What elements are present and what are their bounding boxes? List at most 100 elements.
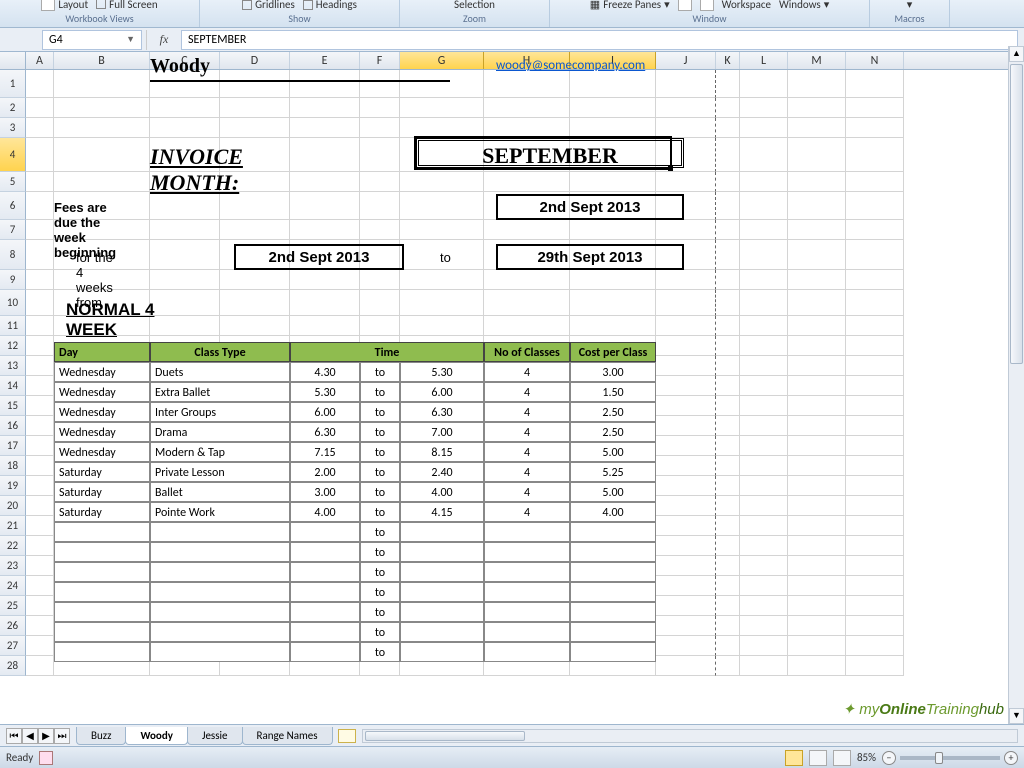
cell-N22[interactable] — [846, 536, 904, 556]
col-header-J[interactable]: J — [656, 52, 716, 69]
cell-A18[interactable] — [26, 456, 54, 476]
cell-C18[interactable] — [150, 456, 220, 476]
cell-H6[interactable] — [484, 192, 570, 220]
cell-M16[interactable] — [788, 416, 846, 436]
select-all-corner[interactable] — [0, 52, 26, 69]
cell-N27[interactable] — [846, 636, 904, 656]
cell-H2[interactable] — [484, 98, 570, 118]
cell-L6[interactable] — [740, 192, 788, 220]
row-header-11[interactable]: 11 — [0, 316, 26, 336]
cell-F1[interactable] — [360, 70, 400, 98]
cell-G5[interactable] — [400, 172, 484, 192]
layout-button[interactable]: Layout — [41, 0, 88, 11]
cell-I8[interactable] — [570, 240, 656, 270]
cell-I12[interactable] — [570, 336, 656, 356]
cell-I27[interactable] — [570, 636, 656, 656]
cell-C12[interactable] — [150, 336, 220, 356]
cell-G28[interactable] — [400, 656, 484, 676]
cell-H15[interactable] — [484, 396, 570, 416]
cell-J12[interactable] — [656, 336, 716, 356]
view-page-break-button[interactable] — [833, 750, 851, 766]
cell-D4[interactable] — [220, 138, 290, 172]
cell-E19[interactable] — [290, 476, 360, 496]
cell-N19[interactable] — [846, 476, 904, 496]
cell-A3[interactable] — [26, 118, 54, 138]
cell-K24[interactable] — [716, 576, 740, 596]
cell-A12[interactable] — [26, 336, 54, 356]
cell-C7[interactable] — [150, 220, 220, 240]
cell-L22[interactable] — [740, 536, 788, 556]
cell-D14[interactable] — [220, 376, 290, 396]
col-header-L[interactable]: L — [740, 52, 788, 69]
gridlines-toggle[interactable]: Gridlines — [242, 0, 295, 11]
cell-M28[interactable] — [788, 656, 846, 676]
cell-L2[interactable] — [740, 98, 788, 118]
cell-H27[interactable] — [484, 636, 570, 656]
cell-D2[interactable] — [220, 98, 290, 118]
cell-L16[interactable] — [740, 416, 788, 436]
cell-C23[interactable] — [150, 556, 220, 576]
col-header-D[interactable]: D — [220, 52, 290, 69]
cell-G1[interactable] — [400, 70, 484, 98]
cell-A20[interactable] — [26, 496, 54, 516]
windows-button[interactable]: Windows ▾ — [779, 0, 829, 11]
cell-J11[interactable] — [656, 316, 716, 336]
cell-I23[interactable] — [570, 556, 656, 576]
zoom-selection-button[interactable]: Selection — [454, 0, 495, 11]
cell-F11[interactable] — [360, 316, 400, 336]
cell-I13[interactable] — [570, 356, 656, 376]
cell-F26[interactable] — [360, 616, 400, 636]
cell-N20[interactable] — [846, 496, 904, 516]
cell-H24[interactable] — [484, 576, 570, 596]
cell-A8[interactable] — [26, 240, 54, 270]
window-icon[interactable] — [700, 0, 714, 11]
cell-B20[interactable] — [54, 496, 150, 516]
cell-B1[interactable] — [54, 70, 150, 98]
cell-B4[interactable] — [54, 138, 150, 172]
cell-L15[interactable] — [740, 396, 788, 416]
cell-M14[interactable] — [788, 376, 846, 396]
cell-K19[interactable] — [716, 476, 740, 496]
cell-G17[interactable] — [400, 436, 484, 456]
cell-J27[interactable] — [656, 636, 716, 656]
cell-D21[interactable] — [220, 516, 290, 536]
cell-J3[interactable] — [656, 118, 716, 138]
cell-E18[interactable] — [290, 456, 360, 476]
row-header-12[interactable]: 12 — [0, 336, 26, 356]
cell-A23[interactable] — [26, 556, 54, 576]
row-header-9[interactable]: 9 — [0, 270, 26, 290]
row-header-24[interactable]: 24 — [0, 576, 26, 596]
scroll-down-button[interactable]: ▼ — [1009, 708, 1024, 724]
cell-D18[interactable] — [220, 456, 290, 476]
cell-F2[interactable] — [360, 98, 400, 118]
cell-I22[interactable] — [570, 536, 656, 556]
chevron-down-icon[interactable]: ▼ — [126, 34, 135, 45]
col-header-F[interactable]: F — [360, 52, 400, 69]
cell-B7[interactable] — [54, 220, 150, 240]
cell-K15[interactable] — [716, 396, 740, 416]
cell-C27[interactable] — [150, 636, 220, 656]
cell-J25[interactable] — [656, 596, 716, 616]
cell-N9[interactable] — [846, 270, 904, 290]
cell-H14[interactable] — [484, 376, 570, 396]
spreadsheet-grid[interactable]: ABCDEFGHIJKLMN 1234567891011121314151617… — [0, 52, 1024, 716]
cell-M15[interactable] — [788, 396, 846, 416]
cell-K20[interactable] — [716, 496, 740, 516]
cell-J13[interactable] — [656, 356, 716, 376]
cell-B24[interactable] — [54, 576, 150, 596]
cell-M24[interactable] — [788, 576, 846, 596]
row-header-1[interactable]: 1 — [0, 70, 26, 98]
cell-F20[interactable] — [360, 496, 400, 516]
cell-F27[interactable] — [360, 636, 400, 656]
cell-J20[interactable] — [656, 496, 716, 516]
cell-D1[interactable] — [220, 70, 290, 98]
cell-N8[interactable] — [846, 240, 904, 270]
row-header-4[interactable]: 4 — [0, 138, 26, 172]
cell-I15[interactable] — [570, 396, 656, 416]
cell-H9[interactable] — [484, 270, 570, 290]
cell-G19[interactable] — [400, 476, 484, 496]
cell-N28[interactable] — [846, 656, 904, 676]
cell-D10[interactable] — [220, 290, 290, 316]
cell-H22[interactable] — [484, 536, 570, 556]
cell-F19[interactable] — [360, 476, 400, 496]
